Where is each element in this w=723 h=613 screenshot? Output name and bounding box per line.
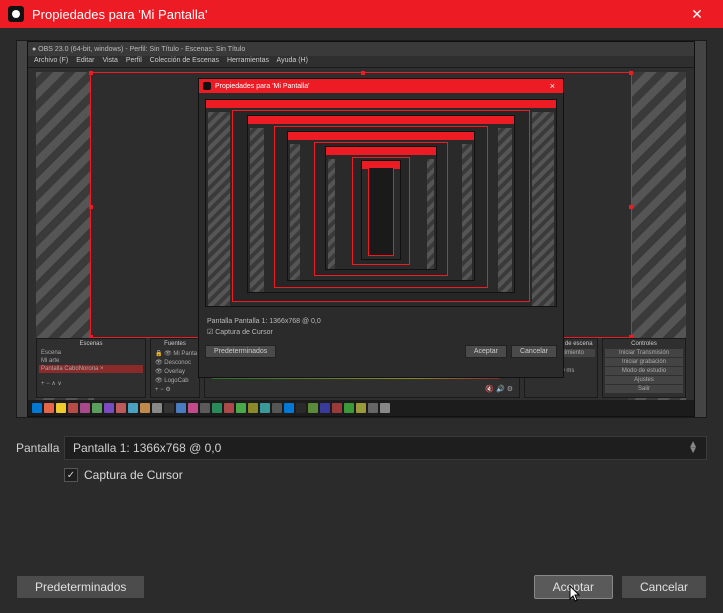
nested-form: Pantalla Pantalla 1: 1366x768 @ 0,0 ☑ Ca… xyxy=(199,313,563,341)
nested-preview xyxy=(205,99,557,307)
pantalla-select[interactable]: Pantalla 1: 1366x768 @ 0,0 ▲▼ xyxy=(64,436,707,460)
taskbar-icon xyxy=(92,403,102,413)
taskbar-icon xyxy=(56,403,66,413)
defaults-button[interactable]: Predeterminados xyxy=(16,575,145,599)
nested-accept-button: Aceptar xyxy=(465,345,507,358)
taskbar-icon xyxy=(248,403,258,413)
taskbar-icon xyxy=(200,403,210,413)
sources-panel: Fuentes 🔒 👁 Mi Pantall 👁 Desconoc 👁 Over… xyxy=(150,338,200,398)
nested-titlebar: Propiedades para 'Mi Pantalla' × xyxy=(199,79,563,93)
pantalla-value: Pantalla 1: 1366x768 @ 0,0 xyxy=(73,441,221,455)
taskbar-icon xyxy=(236,403,246,413)
taskbar-icon xyxy=(128,403,138,413)
nested-app-icon xyxy=(203,82,211,90)
taskbar-icon xyxy=(380,403,390,413)
titlebar: Propiedades para 'Mi Pantalla' ✕ xyxy=(0,0,723,28)
close-button[interactable]: ✕ xyxy=(677,0,717,28)
taskbar-icon xyxy=(116,403,126,413)
taskbar-icon xyxy=(140,403,150,413)
taskbar-icon xyxy=(296,403,306,413)
form-section: Pantalla Pantalla 1: 1366x768 @ 0,0 ▲▼ ✓… xyxy=(0,426,723,492)
taskbar-icon xyxy=(32,403,42,413)
scenes-panel: Escenas Escena Mi arte Pantalla CaboNoro… xyxy=(36,338,146,398)
taskbar-icon xyxy=(320,403,330,413)
nested-close-icon: × xyxy=(546,81,559,91)
nested-properties-dialog: Propiedades para 'Mi Pantalla' × xyxy=(198,78,564,378)
taskbar-icon xyxy=(212,403,222,413)
app-icon xyxy=(8,6,24,22)
taskbar-icon xyxy=(344,403,354,413)
select-spinner-icon[interactable]: ▲▼ xyxy=(688,442,698,454)
preview-area: ● OBS 23.0 (64-bit, windows) - Perfil: S… xyxy=(16,40,707,418)
windows-taskbar xyxy=(28,400,694,416)
taskbar-icon xyxy=(260,403,270,413)
pantalla-row: Pantalla Pantalla 1: 1366x768 @ 0,0 ▲▼ xyxy=(16,436,707,460)
nested-cancel-button: Cancelar xyxy=(511,345,557,358)
cursor-checkbox[interactable]: ✓ xyxy=(64,468,78,482)
taskbar-icon xyxy=(164,403,174,413)
taskbar-icon xyxy=(284,403,294,413)
nested-obs-window: ● OBS 23.0 (64-bit, windows) - Perfil: S… xyxy=(27,41,695,417)
nested-obs-menu: Archivo (F) Editar Vista Perfil Colecció… xyxy=(28,56,694,68)
taskbar-icon xyxy=(176,403,186,413)
taskbar-icon xyxy=(152,403,162,413)
nested-obs-title: ● OBS 23.0 (64-bit, windows) - Perfil: S… xyxy=(28,42,694,56)
taskbar-icon xyxy=(80,403,90,413)
nested-button-row: Predeterminados Aceptar Cancelar xyxy=(199,341,563,362)
taskbar-icon xyxy=(308,403,318,413)
cursor-checkbox-row[interactable]: ✓ Captura de Cursor xyxy=(16,468,707,482)
taskbar-icon xyxy=(104,403,114,413)
taskbar-icon xyxy=(356,403,366,413)
taskbar-icon xyxy=(44,403,54,413)
accept-button[interactable]: Aceptar xyxy=(534,575,613,599)
taskbar-icon xyxy=(224,403,234,413)
window-title: Propiedades para 'Mi Pantalla' xyxy=(32,7,677,22)
nested-defaults-button: Predeterminados xyxy=(205,345,276,358)
button-row: Predeterminados Aceptar Cancelar xyxy=(16,575,707,599)
taskbar-icon xyxy=(368,403,378,413)
controls-panel: Controles Iniciar Transmisión Iniciar gr… xyxy=(602,338,686,398)
pantalla-label: Pantalla xyxy=(16,441,64,455)
cursor-checkbox-label: Captura de Cursor xyxy=(84,468,183,482)
taskbar-icon xyxy=(272,403,282,413)
taskbar-icon xyxy=(188,403,198,413)
taskbar-icon xyxy=(68,403,78,413)
cancel-button[interactable]: Cancelar xyxy=(621,575,707,599)
taskbar-icon xyxy=(332,403,342,413)
